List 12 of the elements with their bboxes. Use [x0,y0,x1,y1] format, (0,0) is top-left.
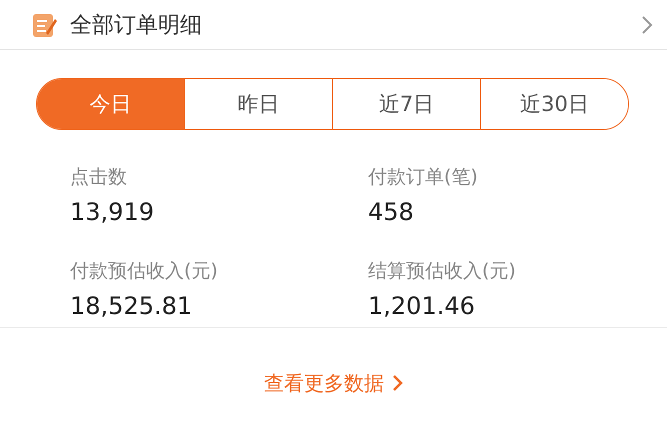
chevron-right-icon[interactable] [641,14,653,34]
stat-label: 付款订单(笔) [368,165,479,190]
stat-label: 点击数 [70,165,128,190]
chevron-right-icon [392,374,403,392]
stat-label: 结算预估收入(元) [368,258,517,284]
period-tab[interactable]: 近30日 [480,79,628,129]
stat-value: 18,525.81 [70,292,194,320]
stat-value: 458 [368,198,415,226]
stat-label: 付款预估收入(元) [70,258,219,284]
section-title: 全部订单明细 [70,12,203,40]
stat-value: 13,919 [70,198,155,226]
stat-value: 1,201.46 [368,292,476,320]
